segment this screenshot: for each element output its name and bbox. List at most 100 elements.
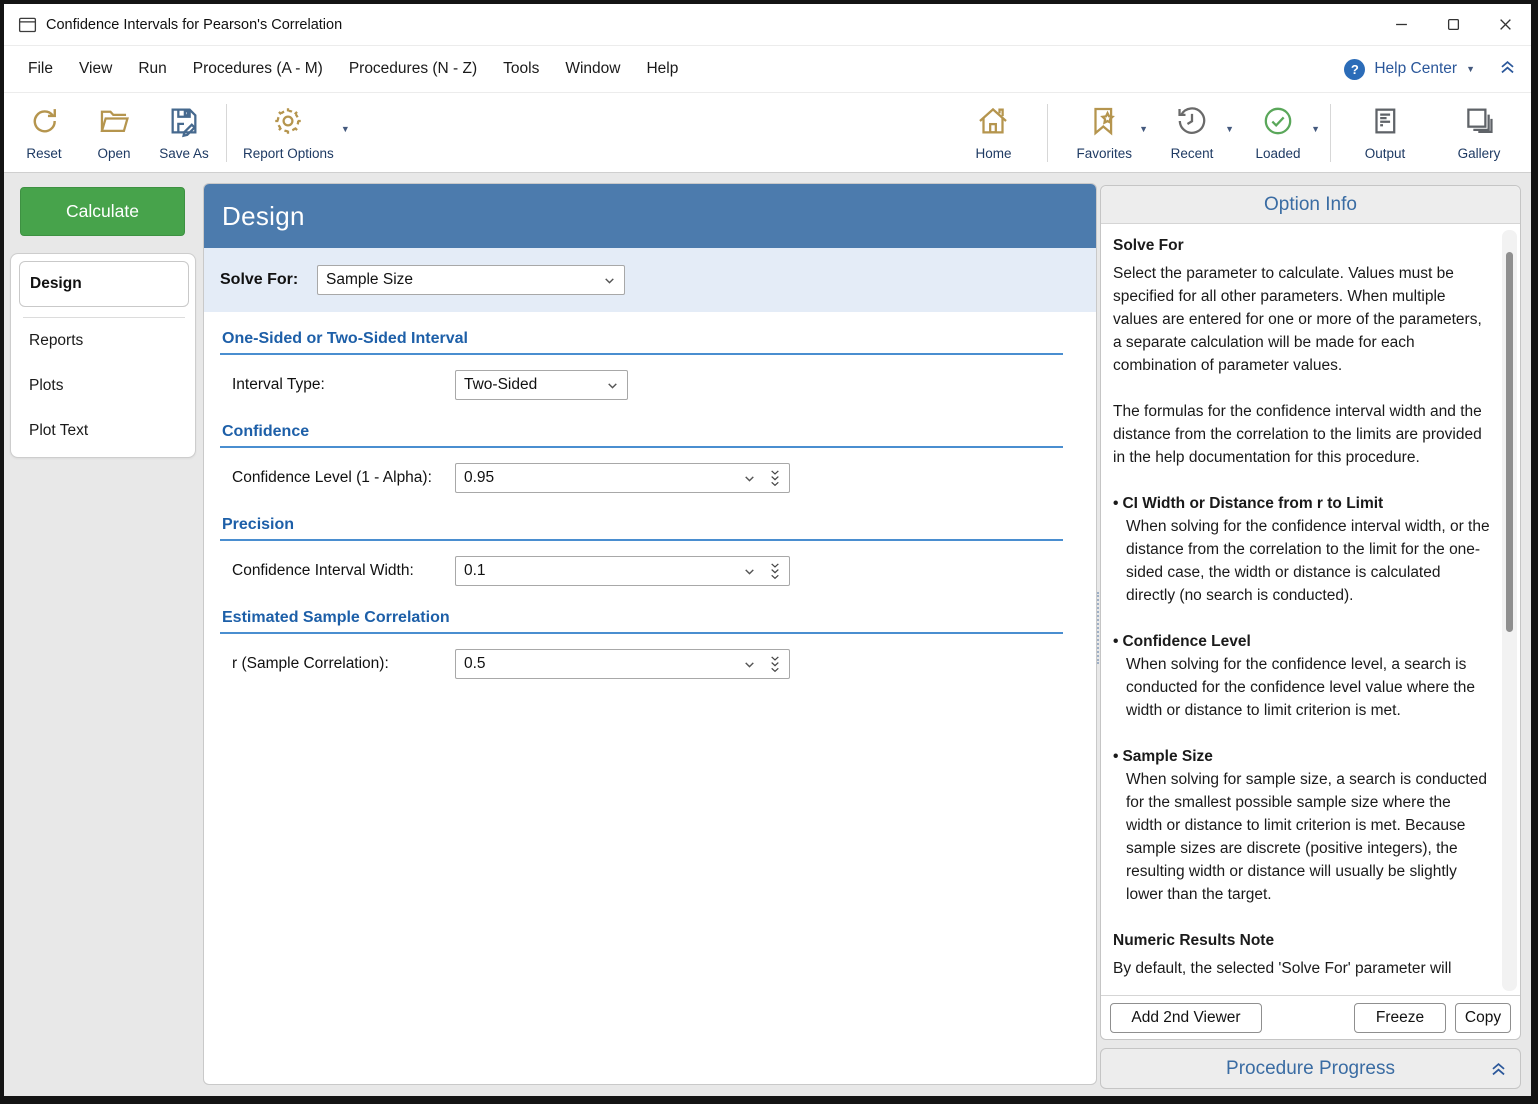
chevron-down-icon <box>603 274 616 287</box>
menu-run[interactable]: Run <box>125 54 179 84</box>
help-icon: ? <box>1344 59 1365 80</box>
info-bullet-ci-width: •CI Width or Distance from r to Limit Wh… <box>1113 492 1490 607</box>
home-button[interactable]: Home <box>967 104 1019 161</box>
interval-type-label: Interval Type: <box>232 376 455 394</box>
confidence-level-label: Confidence Level (1 - Alpha): <box>232 469 455 487</box>
menu-file[interactable]: File <box>15 54 66 84</box>
report-options-button[interactable]: Report Options ▼ <box>243 104 334 161</box>
window-title: Confidence Intervals for Pearson's Corre… <box>46 17 342 33</box>
window-icon <box>16 14 38 36</box>
design-panel-title: Design <box>204 184 1096 248</box>
save-as-button[interactable]: Save As <box>158 104 210 161</box>
recent-button[interactable]: Recent ▼ <box>1166 104 1218 161</box>
section-rule <box>220 353 1063 355</box>
procedure-progress-title: Procedure Progress <box>1226 1058 1395 1080</box>
expand-progress-icon[interactable] <box>1489 1059 1508 1084</box>
floppy-pencil-icon <box>167 104 201 143</box>
calculate-button[interactable]: Calculate <box>20 187 185 236</box>
help-center-link[interactable]: Help Center <box>1374 60 1457 78</box>
application-window: Confidence Intervals for Pearson's Corre… <box>4 4 1531 1096</box>
option-info-footer: Add 2nd Viewer Freeze Copy <box>1101 995 1520 1039</box>
copy-button[interactable]: Copy <box>1455 1003 1511 1033</box>
reset-button[interactable]: Reset <box>18 104 70 161</box>
gallery-button[interactable]: Gallery <box>1453 104 1505 161</box>
scrollbar-thumb[interactable] <box>1506 252 1513 632</box>
document-icon <box>1368 104 1402 143</box>
sidebar-tab-plots[interactable]: Plots <box>11 363 195 408</box>
section-rule <box>220 539 1063 541</box>
section-title-precision: Precision <box>220 516 1063 534</box>
ci-width-combo[interactable]: 0.1 <box>455 556 790 586</box>
chevron-down-icon <box>743 565 756 578</box>
section-title-correlation: Estimated Sample Correlation <box>220 609 1063 627</box>
close-button[interactable] <box>1479 4 1531 45</box>
interval-type-select[interactable]: Two-Sided <box>455 370 628 400</box>
maximize-button[interactable] <box>1427 4 1479 45</box>
title-bar: Confidence Intervals for Pearson's Corre… <box>4 4 1531 46</box>
sidebar-tab-list: Design Reports Plots Plot Text <box>10 253 196 458</box>
solve-for-row: Solve For: Sample Size <box>204 248 1096 312</box>
section-rule <box>220 446 1063 448</box>
recent-caret-icon[interactable]: ▼ <box>1225 124 1234 134</box>
chevron-down-icon <box>743 472 756 485</box>
solve-for-select[interactable]: Sample Size <box>317 265 625 295</box>
loaded-caret-icon[interactable]: ▼ <box>1311 124 1320 134</box>
option-info-title: Option Info <box>1101 186 1520 224</box>
info-bullet-confidence-level: •Confidence Level When solving for the c… <box>1113 630 1490 722</box>
info-bullet-sample-size: •Sample Size When solving for sample siz… <box>1113 745 1490 906</box>
favorites-caret-icon[interactable]: ▼ <box>1139 124 1148 134</box>
sample-correlation-label: r (Sample Correlation): <box>232 655 455 673</box>
collapse-toolbar-icon[interactable] <box>1498 57 1517 81</box>
loaded-button[interactable]: Loaded ▼ <box>1252 104 1304 161</box>
section-title-confidence: Confidence <box>220 423 1063 441</box>
open-button[interactable]: Open <box>88 104 140 161</box>
solve-for-label: Solve For: <box>220 271 317 289</box>
panel-splitter[interactable] <box>1097 592 1099 664</box>
confidence-level-combo[interactable]: 0.95 <box>455 463 790 493</box>
folder-icon <box>97 104 131 143</box>
gear-icon <box>271 104 305 143</box>
menu-window[interactable]: Window <box>552 54 633 84</box>
info-paragraph: The formulas for the confidence interval… <box>1113 400 1490 469</box>
expand-values-icon <box>769 655 781 674</box>
sidebar-tab-design[interactable]: Design <box>19 261 189 307</box>
menu-bar: File View Run Procedures (A - M) Procedu… <box>4 46 1531 92</box>
expand-values-icon <box>769 562 781 581</box>
reset-icon <box>27 104 61 143</box>
info-note-text: By default, the selected 'Solve For' par… <box>1113 957 1490 980</box>
menu-procedures-n-z[interactable]: Procedures (N - Z) <box>336 54 490 84</box>
minimize-button[interactable] <box>1375 4 1427 45</box>
option-info-scrollbar[interactable] <box>1502 230 1517 991</box>
favorites-button[interactable]: Favorites ▼ <box>1076 104 1132 161</box>
menu-procedures-a-m[interactable]: Procedures (A - M) <box>180 54 336 84</box>
expand-values-icon <box>769 469 781 488</box>
freeze-button[interactable]: Freeze <box>1354 1003 1446 1033</box>
option-info-body: Solve For Select the parameter to calcul… <box>1101 225 1498 995</box>
info-heading-numeric-note: Numeric Results Note <box>1113 929 1490 952</box>
help-center-caret-icon[interactable]: ▼ <box>1466 64 1475 74</box>
stacked-pages-icon <box>1462 104 1496 143</box>
report-options-caret-icon[interactable]: ▼ <box>341 124 350 134</box>
info-paragraph: Select the parameter to calculate. Value… <box>1113 262 1490 377</box>
menu-view[interactable]: View <box>66 54 125 84</box>
section-rule <box>220 632 1063 634</box>
chevron-down-icon <box>743 658 756 671</box>
bookmark-star-icon <box>1087 104 1121 143</box>
design-panel: Design Solve For: Sample Size One-Sided … <box>203 183 1097 1085</box>
clock-icon <box>1175 104 1209 143</box>
sample-correlation-combo[interactable]: 0.5 <box>455 649 790 679</box>
output-button[interactable]: Output <box>1359 104 1411 161</box>
sidebar-tab-reports[interactable]: Reports <box>11 318 195 363</box>
menu-tools[interactable]: Tools <box>490 54 552 84</box>
sidebar-tab-plot-text[interactable]: Plot Text <box>11 408 195 453</box>
section-title-interval: One-Sided or Two-Sided Interval <box>220 330 1063 348</box>
info-heading-solve-for: Solve For <box>1113 234 1490 257</box>
menu-help[interactable]: Help <box>633 54 691 84</box>
procedure-progress-bar[interactable]: Procedure Progress <box>1100 1048 1521 1089</box>
check-circle-icon <box>1261 104 1295 143</box>
add-2nd-viewer-button[interactable]: Add 2nd Viewer <box>1110 1003 1262 1033</box>
toolbar: Reset Open Save As Report Options ▼ <box>4 92 1531 173</box>
ci-width-label: Confidence Interval Width: <box>232 562 455 580</box>
house-icon <box>976 104 1010 143</box>
option-info-panel: Option Info Solve For Select the paramet… <box>1100 185 1521 1040</box>
